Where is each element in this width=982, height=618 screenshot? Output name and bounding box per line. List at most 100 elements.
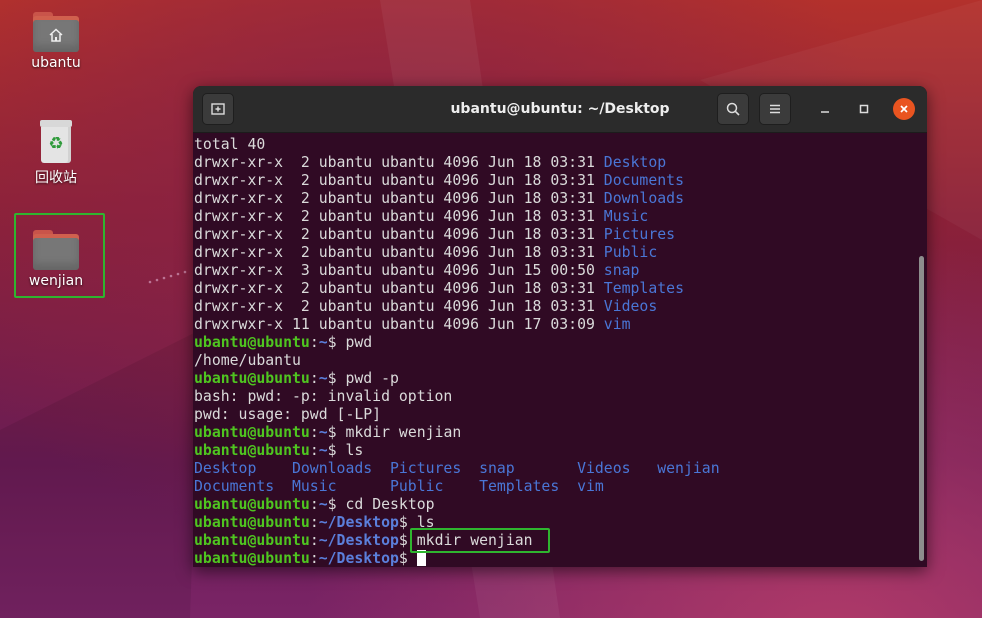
terminal-line: drwxr-xr-x 2 ubantu ubantu 4096 Jun 18 0… <box>194 190 927 208</box>
terminal-line: bash: pwd: -p: invalid option <box>194 388 927 406</box>
prompt-user: ubantu@ubuntu <box>194 532 310 549</box>
prompt-path: ~ <box>318 334 328 351</box>
terminal-output[interactable]: total 40 drwxr-xr-x 2 ubantu ubantu 4096 … <box>193 133 927 567</box>
terminal-line: drwxr-xr-x 2 ubantu ubantu 4096 Jun 18 0… <box>194 244 927 262</box>
output-text: pwd: usage: pwd [-LP] <box>194 406 382 423</box>
desktop-icon-label: ubantu <box>31 55 81 71</box>
output-text: /home/ubantu <box>194 352 301 369</box>
prompt-path: ~ <box>318 370 328 387</box>
terminal-line: pwd: usage: pwd [-LP] <box>194 406 927 424</box>
prompt-separator: : <box>309 334 319 351</box>
prompt-separator: : <box>309 532 319 549</box>
trash-icon: ♻ <box>38 120 74 164</box>
command-text: $ pwd <box>327 334 373 351</box>
prompt-user: ubantu@ubuntu <box>194 334 310 351</box>
terminal-line: /home/ubantu <box>194 352 927 370</box>
close-button[interactable] <box>893 98 915 120</box>
ls-entry-info: drwxr-xr-x 2 ubantu ubantu 4096 Jun 18 0… <box>194 154 604 171</box>
terminal-line: drwxrwxr-x 11 ubantu ubantu 4096 Jun 17 … <box>194 316 927 334</box>
wenjian-highlight-box <box>14 213 105 298</box>
prompt-user: ubantu@ubuntu <box>194 442 310 459</box>
terminal-line: drwxr-xr-x 2 ubantu ubantu 4096 Jun 18 0… <box>194 208 927 226</box>
terminal-line: drwxr-xr-x 2 ubantu ubantu 4096 Jun 18 0… <box>194 154 927 172</box>
terminal-line: ubantu@ubuntu:~$ ls <box>194 442 927 460</box>
ls-entry-info: drwxr-xr-x 2 ubantu ubantu 4096 Jun 18 0… <box>194 208 604 225</box>
terminal-scrollbar[interactable] <box>919 256 924 561</box>
prompt-separator: : <box>309 424 319 441</box>
ls-entry-info: drwxr-xr-x 2 ubantu ubantu 4096 Jun 18 0… <box>194 190 604 207</box>
hamburger-menu-icon <box>770 104 780 114</box>
prompt-user: ubantu@ubuntu <box>194 550 310 567</box>
search-icon <box>726 102 740 116</box>
directory-name: Downloads <box>603 190 684 207</box>
directory-listing: Desktop Downloads Pictures snap Videos w… <box>194 460 720 477</box>
prompt-separator: : <box>309 370 319 387</box>
prompt-separator: : <box>309 514 319 531</box>
output-text: total 40 <box>194 136 266 153</box>
command-highlight-box <box>410 528 550 553</box>
prompt-separator: : <box>309 442 319 459</box>
maximize-button[interactable] <box>853 98 875 120</box>
directory-listing: Documents Music Public Templates vim <box>194 478 604 495</box>
directory-name: Public <box>603 244 658 261</box>
prompt-path: ~ <box>318 424 328 441</box>
terminal-line: ubantu@ubuntu:~$ pwd -p <box>194 370 927 388</box>
prompt-path: ~/Desktop <box>318 532 399 549</box>
directory-name: vim <box>603 316 631 333</box>
prompt-user: ubantu@ubuntu <box>194 496 310 513</box>
desktop-icon-label: 回收站 <box>35 170 77 186</box>
minimize-button[interactable] <box>814 98 836 120</box>
ls-entry-info: drwxr-xr-x 2 ubantu ubantu 4096 Jun 18 0… <box>194 172 604 189</box>
prompt-path: ~/Desktop <box>318 514 399 531</box>
prompt-separator: : <box>309 550 319 567</box>
terminal-line: Desktop Downloads Pictures snap Videos w… <box>194 460 927 478</box>
terminal-titlebar[interactable]: ubantu@ubuntu: ~/Desktop <box>193 86 927 133</box>
menu-button[interactable] <box>759 93 791 125</box>
prompt-path: ~/Desktop <box>318 550 399 567</box>
command-text: $ ls <box>327 442 364 459</box>
ls-entry-info: drwxr-xr-x 2 ubantu ubantu 4096 Jun 18 0… <box>194 298 604 315</box>
directory-name: Desktop <box>603 154 667 171</box>
directory-name: snap <box>603 262 640 279</box>
terminal-line: ubantu@ubuntu:~$ cd Desktop <box>194 496 927 514</box>
command-text: $ mkdir wenjian <box>327 424 462 441</box>
prompt-path: ~ <box>318 442 328 459</box>
terminal-line: drwxr-xr-x 2 ubantu ubantu 4096 Jun 18 0… <box>194 280 927 298</box>
directory-name: Music <box>603 208 649 225</box>
terminal-window[interactable]: ubantu@ubuntu: ~/Desktop total 40 drwxr-x… <box>193 86 927 567</box>
ls-entry-info: drwxr-xr-x 3 ubantu ubantu 4096 Jun 15 0… <box>194 262 604 279</box>
ls-entry-info: drwxr-xr-x 2 ubantu ubantu 4096 Jun 18 0… <box>194 244 604 261</box>
output-text: bash: pwd: -p: invalid option <box>194 388 453 405</box>
directory-name: Videos <box>603 298 658 315</box>
prompt-user: ubantu@ubuntu <box>194 424 310 441</box>
directory-name: Pictures <box>603 226 676 243</box>
terminal-line: Documents Music Public Templates vim <box>194 478 927 496</box>
command-text: $ pwd -p <box>327 370 399 387</box>
directory-name: Templates <box>603 280 684 297</box>
desktop-icon-home[interactable]: ubantu <box>15 12 97 71</box>
ls-entry-info: drwxrwxr-x 11 ubantu ubantu 4096 Jun 17 … <box>194 316 604 333</box>
home-folder-icon <box>33 12 79 52</box>
maximize-icon <box>859 104 869 114</box>
terminal-line: ubantu@ubuntu:~$ mkdir wenjian <box>194 424 927 442</box>
prompt-separator: : <box>309 496 319 513</box>
ls-entry-info: drwxr-xr-x 2 ubantu ubantu 4096 Jun 18 0… <box>194 280 604 297</box>
terminal-line: drwxr-xr-x 2 ubantu ubantu 4096 Jun 18 0… <box>194 226 927 244</box>
terminal-line: ubantu@ubuntu:~/Desktop$ ls <box>194 514 927 532</box>
minimize-icon <box>821 111 829 113</box>
terminal-line: ubantu@ubuntu:~/Desktop$ <box>194 550 927 567</box>
terminal-line: drwxr-xr-x 2 ubantu ubantu 4096 Jun 18 0… <box>194 298 927 316</box>
prompt-user: ubantu@ubuntu <box>194 514 310 531</box>
terminal-line: total 40 <box>194 136 927 154</box>
desktop-icon-trash[interactable]: ♻ 回收站 <box>15 120 97 187</box>
command-text: $ cd Desktop <box>327 496 435 513</box>
terminal-line: ubantu@ubuntu:~$ pwd <box>194 334 927 352</box>
directory-name: Documents <box>603 172 684 189</box>
close-icon <box>900 105 908 113</box>
terminal-line: drwxr-xr-x 2 ubantu ubantu 4096 Jun 18 0… <box>194 172 927 190</box>
ls-entry-info: drwxr-xr-x 2 ubantu ubantu 4096 Jun 18 0… <box>194 226 604 243</box>
search-button[interactable] <box>717 93 749 125</box>
terminal-line: drwxr-xr-x 3 ubantu ubantu 4096 Jun 15 0… <box>194 262 927 280</box>
terminal-line: ubantu@ubuntu:~/Desktop$ mkdir wenjian <box>194 532 927 550</box>
prompt-path: ~ <box>318 496 328 513</box>
